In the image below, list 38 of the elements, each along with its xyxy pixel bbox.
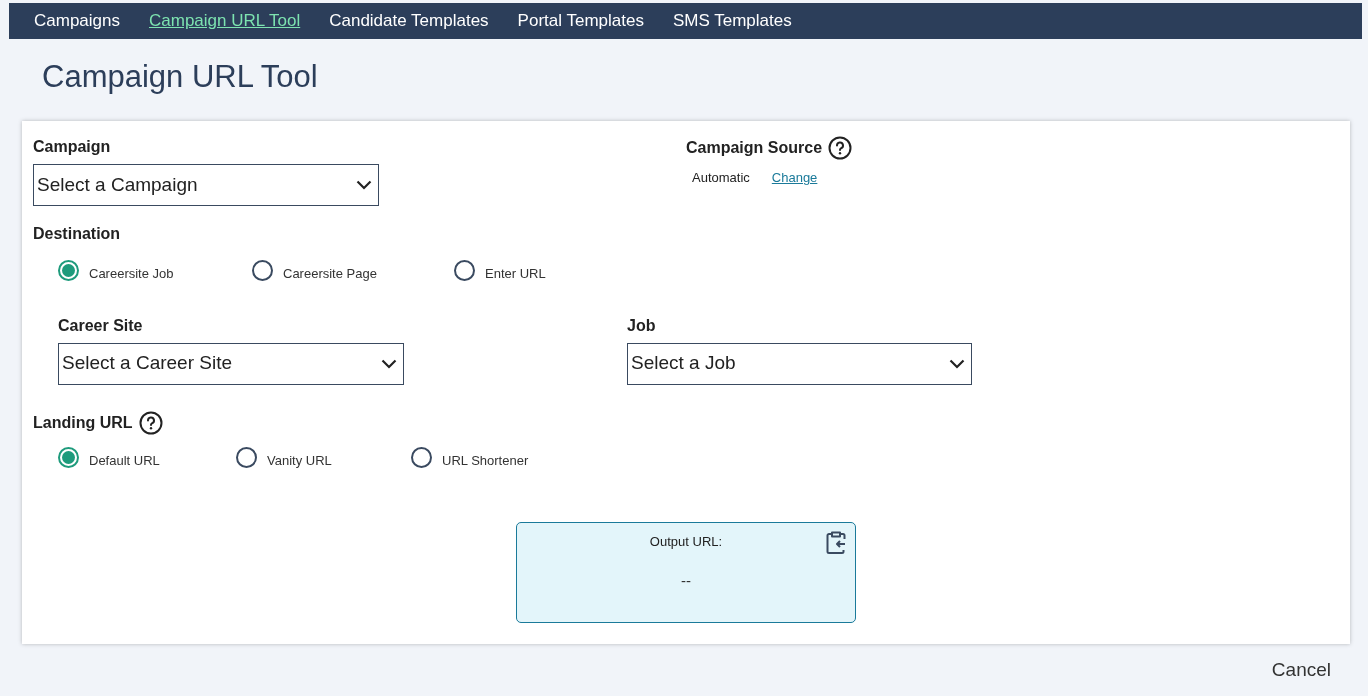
output-value: -- <box>681 570 691 591</box>
help-icon[interactable] <box>138 410 163 435</box>
field-label: Campaign Source <box>686 138 823 158</box>
nav-link[interactable]: Candidate Templates <box>329 8 489 34</box>
radio-option[interactable]: Default URL <box>58 444 160 470</box>
radio-button[interactable] <box>58 446 79 468</box>
radio-button[interactable] <box>454 260 475 282</box>
clipboard-icon[interactable] <box>825 531 847 555</box>
campaign-select[interactable]: Select a Campaign <box>33 164 379 206</box>
output-label: Output URL: <box>649 533 723 551</box>
nav-link[interactable]: Portal Templates <box>517 8 644 34</box>
nav-link[interactable]: Campaigns <box>34 8 120 34</box>
radio-option[interactable]: URL Shortener <box>411 444 529 470</box>
radio-option[interactable]: Careersite Page <box>252 258 377 284</box>
career-site-select[interactable]: Select a Career Site <box>58 342 404 385</box>
nav-link[interactable]: Campaign URL Tool <box>149 8 301 34</box>
page-title: Campaign URL Tool <box>42 58 319 96</box>
job-select[interactable]: Select a Job <box>627 342 972 385</box>
radio-button[interactable] <box>236 446 257 468</box>
change-link[interactable]: Change <box>771 168 818 188</box>
chevron-down-icon <box>356 180 372 190</box>
radio-option[interactable]: Vanity URL <box>236 444 332 470</box>
source-value: Automatic <box>692 169 750 187</box>
cancel-button[interactable]: Cancel <box>1271 656 1331 685</box>
field-label: Career Site <box>58 315 144 336</box>
radio-option[interactable]: Enter URL <box>454 258 546 284</box>
radio-button[interactable] <box>411 446 432 468</box>
help-icon[interactable] <box>828 136 853 160</box>
field-label: Job <box>627 315 657 336</box>
field-label: Landing URL <box>33 412 133 433</box>
nav-link[interactable]: SMS Templates <box>672 8 792 34</box>
radio-button[interactable] <box>252 260 273 282</box>
field-label: Destination <box>33 224 122 244</box>
radio-button[interactable] <box>58 260 79 282</box>
field-label: Campaign <box>33 137 112 157</box>
radio-option[interactable]: Careersite Job <box>58 258 174 284</box>
chevron-down-icon <box>381 358 397 369</box>
chevron-down-icon <box>949 358 965 369</box>
